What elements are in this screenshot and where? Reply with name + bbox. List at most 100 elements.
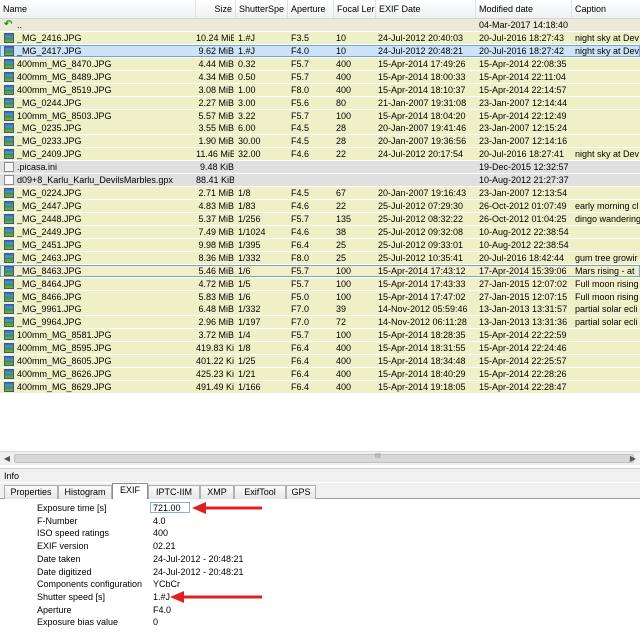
- scrollbar-thumb[interactable]: [14, 454, 634, 463]
- file-row[interactable]: _MG_0244.JPG 2.27 MiB 3.00 F5.6 80 21-Jan-200…: [0, 96, 640, 109]
- cell-caption: [575, 19, 640, 31]
- file-row[interactable]: _MG_0233.JPG 1.90 MiB 30.00 F4.5 28 20-Jan-20…: [0, 135, 640, 148]
- tab-gps[interactable]: GPS: [286, 485, 316, 499]
- property-row[interactable]: Date digitized 24-Jul-2012 - 20:48:21: [0, 566, 640, 578]
- property-name: Aperture: [37, 604, 72, 615]
- property-row[interactable]: Shutter speed [s] 1.#J: [0, 590, 640, 603]
- column-focal-length[interactable]: Focal Ler: [334, 0, 376, 18]
- image-file-icon: [4, 45, 14, 56]
- image-file-icon: [4, 356, 14, 367]
- cell-caption: [575, 97, 640, 109]
- cell-focal: 67: [336, 188, 347, 199]
- tab-properties[interactable]: Properties: [4, 485, 58, 499]
- column-size[interactable]: Size: [196, 0, 236, 18]
- property-value: YCbCr: [153, 579, 181, 590]
- file-row[interactable]: _MG_0224.JPG 2.71 MiB 1/8 F4.5 67 20-Jan-2007…: [0, 187, 640, 200]
- cell-size: 9.48 KiB: [199, 162, 234, 173]
- cell-modified: 13-Jan-2013 13:31:57: [479, 304, 568, 315]
- cell-name: 400mm_MG_8605.JPG: [17, 356, 112, 367]
- column-name[interactable]: Name: [0, 0, 196, 18]
- file-row[interactable]: 100mm_MG_8503.JPG 5.57 MiB 3.22 F5.7 100 15-A…: [0, 109, 640, 122]
- exif-properties: Exposure time [s] 721.00 F-Number 4.0 ISO sp…: [0, 499, 640, 638]
- file-row[interactable]: ↶.. 04-Mar-2017 14:18:40: [0, 19, 640, 31]
- column-modified-date[interactable]: Modified date: [476, 0, 572, 18]
- tab-exif[interactable]: EXIF: [112, 483, 148, 499]
- file-row[interactable]: _MG_2451.JPG 9.98 MiB 1/395 F6.4 25 25-Jul-20…: [0, 238, 640, 251]
- property-row[interactable]: Date taken 24-Jul-2012 - 20:48:21: [0, 553, 640, 565]
- file-row[interactable]: _MG_0235.JPG 3.55 MiB 6.00 F4.5 28 20-Jan-200…: [0, 122, 640, 135]
- scroll-left-arrow-icon[interactable]: ◀: [0, 452, 14, 465]
- cell-aperture: F8.0: [291, 252, 310, 263]
- file-row[interactable]: 400mm_MG_8595.JPG 419.83 KiB 1/8 F6.4 400 15-…: [0, 342, 640, 355]
- horizontal-scrollbar[interactable]: ◀ III ▶: [0, 451, 640, 465]
- file-row[interactable]: _MG_2417.JPG 9.62 MiB 1.#J F4.0 10 24-Jul-201…: [0, 44, 640, 57]
- cell-name: 400mm_MG_8470.JPG: [17, 58, 112, 69]
- cell-size: 4.83 MiB: [198, 201, 234, 212]
- property-row[interactable]: Aperture F4.0: [0, 604, 640, 616]
- file-row[interactable]: 400mm_MG_8626.JPG 425.23 KiB 1/21 F6.4 400 15…: [0, 368, 640, 381]
- cell-aperture: F6.4: [291, 356, 310, 367]
- property-name: Exposure bias value: [37, 617, 119, 628]
- file-row[interactable]: _MG_2409.JPG 11.46 MiB 32.00 F4.6 22 24-Jul-2…: [0, 148, 640, 161]
- cell-shutter: 1/197: [238, 317, 261, 328]
- property-row[interactable]: EXIF version 02.21: [0, 540, 640, 552]
- property-row[interactable]: Exposure time [s] 721.00: [0, 502, 640, 514]
- file-row[interactable]: _MG_9961.JPG 6.48 MiB 1/332 F7.0 39 14-Nov-20…: [0, 303, 640, 316]
- file-row[interactable]: 400mm_MG_8629.JPG 491.49 KiB 1/166 F6.4 400 1…: [0, 381, 640, 394]
- cell-aperture: F6.4: [291, 343, 310, 354]
- cell-aperture: F4.6: [291, 201, 310, 212]
- file-row[interactable]: _MG_2447.JPG 4.83 MiB 1/83 F4.6 22 25-Jul-201…: [0, 200, 640, 213]
- file-row[interactable]: _MG_8464.JPG 4.72 MiB 1/5 F5.7 100 15-Apr-201…: [0, 277, 640, 290]
- column-aperture[interactable]: Aperture: [288, 0, 334, 18]
- property-row[interactable]: Components configuration YCbCr: [0, 578, 640, 590]
- tab-exiftool[interactable]: ExifTool: [234, 485, 286, 499]
- property-name: Date digitized: [37, 566, 92, 577]
- cell-modified: 10-Aug-2012 21:27:37: [479, 175, 569, 186]
- file-row[interactable]: _MG_2463.JPG 8.36 MiB 1/332 F8.0 25 25-Jul-20…: [0, 251, 640, 264]
- file-row[interactable]: _MG_8463.JPG 5.46 MiB 1/6 F5.7 100 15-Apr-201…: [0, 264, 640, 277]
- file-row[interactable]: _MG_2449.JPG 7.49 MiB 1/1024 F4.6 38 25-Jul-2…: [0, 225, 640, 238]
- cell-modified: 15-Apr-2014 22:28:26: [479, 369, 567, 380]
- cell-size: 3.55 MiB: [198, 123, 234, 134]
- cell-caption: gum tree growir: [575, 252, 638, 263]
- cell-size: 2.71 MiB: [198, 188, 234, 199]
- cell-size: 4.34 MiB: [198, 71, 234, 82]
- cell-focal: 22: [336, 149, 347, 160]
- cell-exif-date: 24-Jul-2012 20:17:54: [378, 149, 464, 160]
- column-exif-date[interactable]: EXIF Date: [376, 0, 476, 18]
- property-row[interactable]: F-Number 4.0: [0, 515, 640, 527]
- image-file-icon: [4, 32, 14, 43]
- cell-focal: 100: [336, 291, 352, 302]
- file-row[interactable]: 400mm_MG_8519.JPG 3.08 MiB 1.00 F8.0 400 15-A…: [0, 83, 640, 96]
- cell-size: 9.62 MiB: [198, 45, 234, 56]
- file-row[interactable]: _MG_8466.JPG 5.83 MiB 1/6 F5.0 100 15-Apr-201…: [0, 290, 640, 303]
- column-shutter-speed[interactable]: ShutterSpe: [236, 0, 288, 18]
- cell-modified: 19-Dec-2015 12:32:57: [479, 162, 569, 173]
- cell-exif-date: 20-Jan-2007 19:16:43: [378, 188, 467, 199]
- file-row[interactable]: 400mm_MG_8489.JPG 4.34 MiB 0.50 F5.7 400 15-A…: [0, 70, 640, 83]
- file-row[interactable]: 100mm_MG_8581.JPG 3.72 MiB 1/4 F5.7 100 15-Ap…: [0, 329, 640, 342]
- tab-histogram[interactable]: Histogram: [58, 485, 112, 499]
- tab-iptc-iim[interactable]: IPTC-IIM: [148, 485, 200, 499]
- file-row[interactable]: d09+8_Karlu_Karlu_DevilsMarbles.gpx 88.41…: [0, 174, 640, 187]
- scroll-right-arrow-icon[interactable]: ▶: [626, 452, 640, 465]
- file-row[interactable]: 400mm_MG_8470.JPG 4.44 MiB 0.32 F5.7 400 15-A…: [0, 57, 640, 70]
- cell-aperture: F5.6: [291, 97, 310, 108]
- file-row[interactable]: 400mm_MG_8605.JPG 401.22 KiB 1/25 F6.4 400 15…: [0, 355, 640, 368]
- property-name: Date taken: [37, 553, 81, 564]
- file-row[interactable]: .picasa.ini 9.48 KiB 19-Dec-2015 12:32:57: [0, 161, 640, 174]
- property-row[interactable]: ISO speed ratings 400: [0, 527, 640, 539]
- column-caption[interactable]: Caption: [572, 0, 640, 18]
- file-row[interactable]: _MG_9964.JPG 2.96 MiB 1/197 F7.0 72 14-Nov-20…: [0, 316, 640, 329]
- cell-modified: 20-Jul-2016 18:27:43: [479, 32, 565, 43]
- tab-xmp[interactable]: XMP: [200, 485, 234, 499]
- file-row[interactable]: _MG_2416.JPG 10.24 MiB 1.#J F3.5 10 24-Jul-20…: [0, 31, 640, 44]
- file-row[interactable]: _MG_2448.JPG 5.37 MiB 1/256 F5.7 135 25-Jul-2…: [0, 212, 640, 225]
- cell-aperture: F5.7: [291, 265, 310, 276]
- cell-shutter: 1/8: [238, 188, 251, 199]
- cell-shutter: 3.00: [238, 97, 256, 108]
- cell-exif-date: 25-Jul-2012 09:32:08: [378, 226, 464, 237]
- cell-caption: [575, 71, 640, 83]
- property-row[interactable]: Exposure bias value 0: [0, 616, 640, 628]
- cell-modified: 15-Apr-2014 22:11:04: [479, 71, 566, 82]
